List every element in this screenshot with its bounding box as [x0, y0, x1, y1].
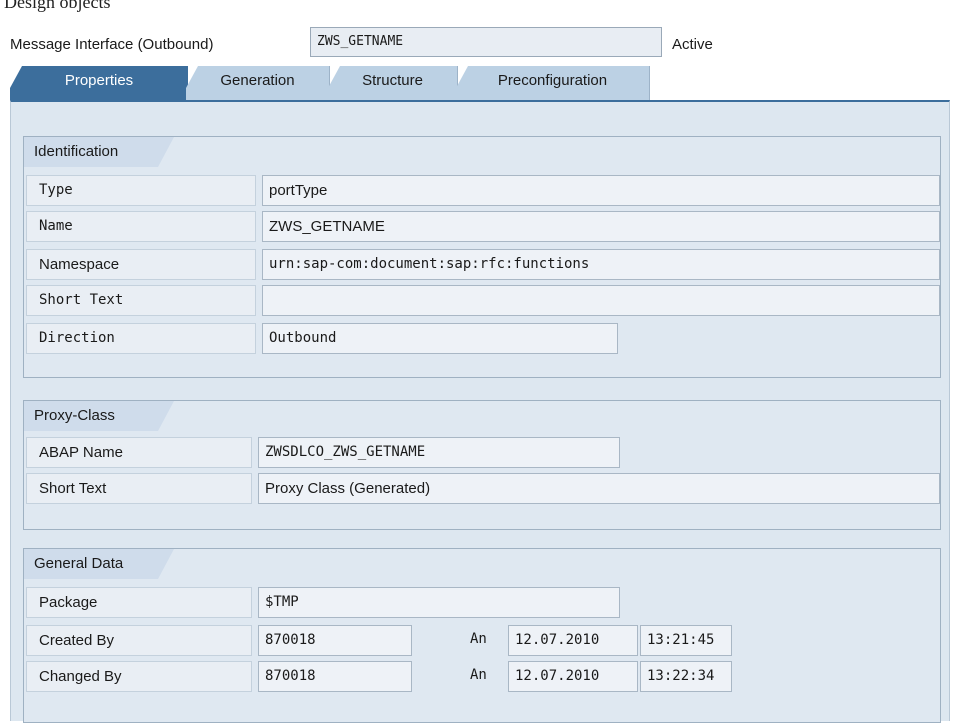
- created-by-field[interactable]: 870018: [258, 625, 412, 656]
- proxy-class-group: Proxy-Class ABAP Name ZWSDLCO_ZWS_GETNAM…: [23, 400, 941, 530]
- name-field[interactable]: ZWS_GETNAME: [262, 211, 940, 242]
- short-text-label: Short Text: [26, 285, 256, 316]
- proxy-short-text-field[interactable]: Proxy Class (Generated): [258, 473, 940, 504]
- name-label: Name: [26, 211, 256, 242]
- general-data-group: General Data Package $TMP Created By 870…: [23, 548, 941, 723]
- proxy-short-text-label: Short Text: [26, 473, 252, 504]
- package-field[interactable]: $TMP: [258, 587, 620, 618]
- tab-structure[interactable]: Structure: [328, 66, 458, 100]
- top-caption: Design objects: [4, 0, 111, 12]
- properties-panel: Identification Type portType Name ZWS_GE…: [10, 100, 950, 723]
- direction-field[interactable]: Outbound: [262, 323, 618, 354]
- tab-preconfiguration[interactable]: Preconfiguration: [456, 66, 650, 100]
- direction-label: Direction: [26, 323, 256, 354]
- created-date-field[interactable]: 12.07.2010: [508, 625, 638, 656]
- type-field[interactable]: portType: [262, 175, 940, 206]
- short-text-field[interactable]: [262, 285, 940, 316]
- interface-name-field[interactable]: ZWS_GETNAME: [310, 27, 662, 57]
- created-by-label: Created By: [26, 625, 252, 656]
- tab-strip: Properties Generation Structure Preconfi…: [10, 66, 950, 100]
- type-label: Type: [26, 175, 256, 206]
- changed-by-field[interactable]: 870018: [258, 661, 412, 692]
- namespace-field[interactable]: urn:sap-com:document:sap:rfc:functions: [262, 249, 940, 280]
- changed-date-field[interactable]: 12.07.2010: [508, 661, 638, 692]
- changed-by-label: Changed By: [26, 661, 252, 692]
- abap-name-field[interactable]: ZWSDLCO_ZWS_GETNAME: [258, 437, 620, 468]
- tab-generation[interactable]: Generation: [186, 66, 330, 100]
- status-label: Active: [672, 36, 713, 53]
- general-data-title: General Data: [24, 549, 174, 579]
- package-label: Package: [26, 587, 252, 618]
- changed-time-field[interactable]: 13:22:34: [640, 661, 732, 692]
- abap-name-label: ABAP Name: [26, 437, 252, 468]
- tab-properties[interactable]: Properties: [10, 66, 188, 100]
- namespace-label: Namespace: [26, 249, 256, 280]
- interface-type-label: Message Interface (Outbound): [10, 36, 214, 53]
- identification-title: Identification: [24, 137, 174, 167]
- changed-an-label: An: [470, 667, 487, 683]
- created-time-field[interactable]: 13:21:45: [640, 625, 732, 656]
- proxy-class-title: Proxy-Class: [24, 401, 174, 431]
- created-an-label: An: [470, 631, 487, 647]
- identification-group: Identification Type portType Name ZWS_GE…: [23, 136, 941, 378]
